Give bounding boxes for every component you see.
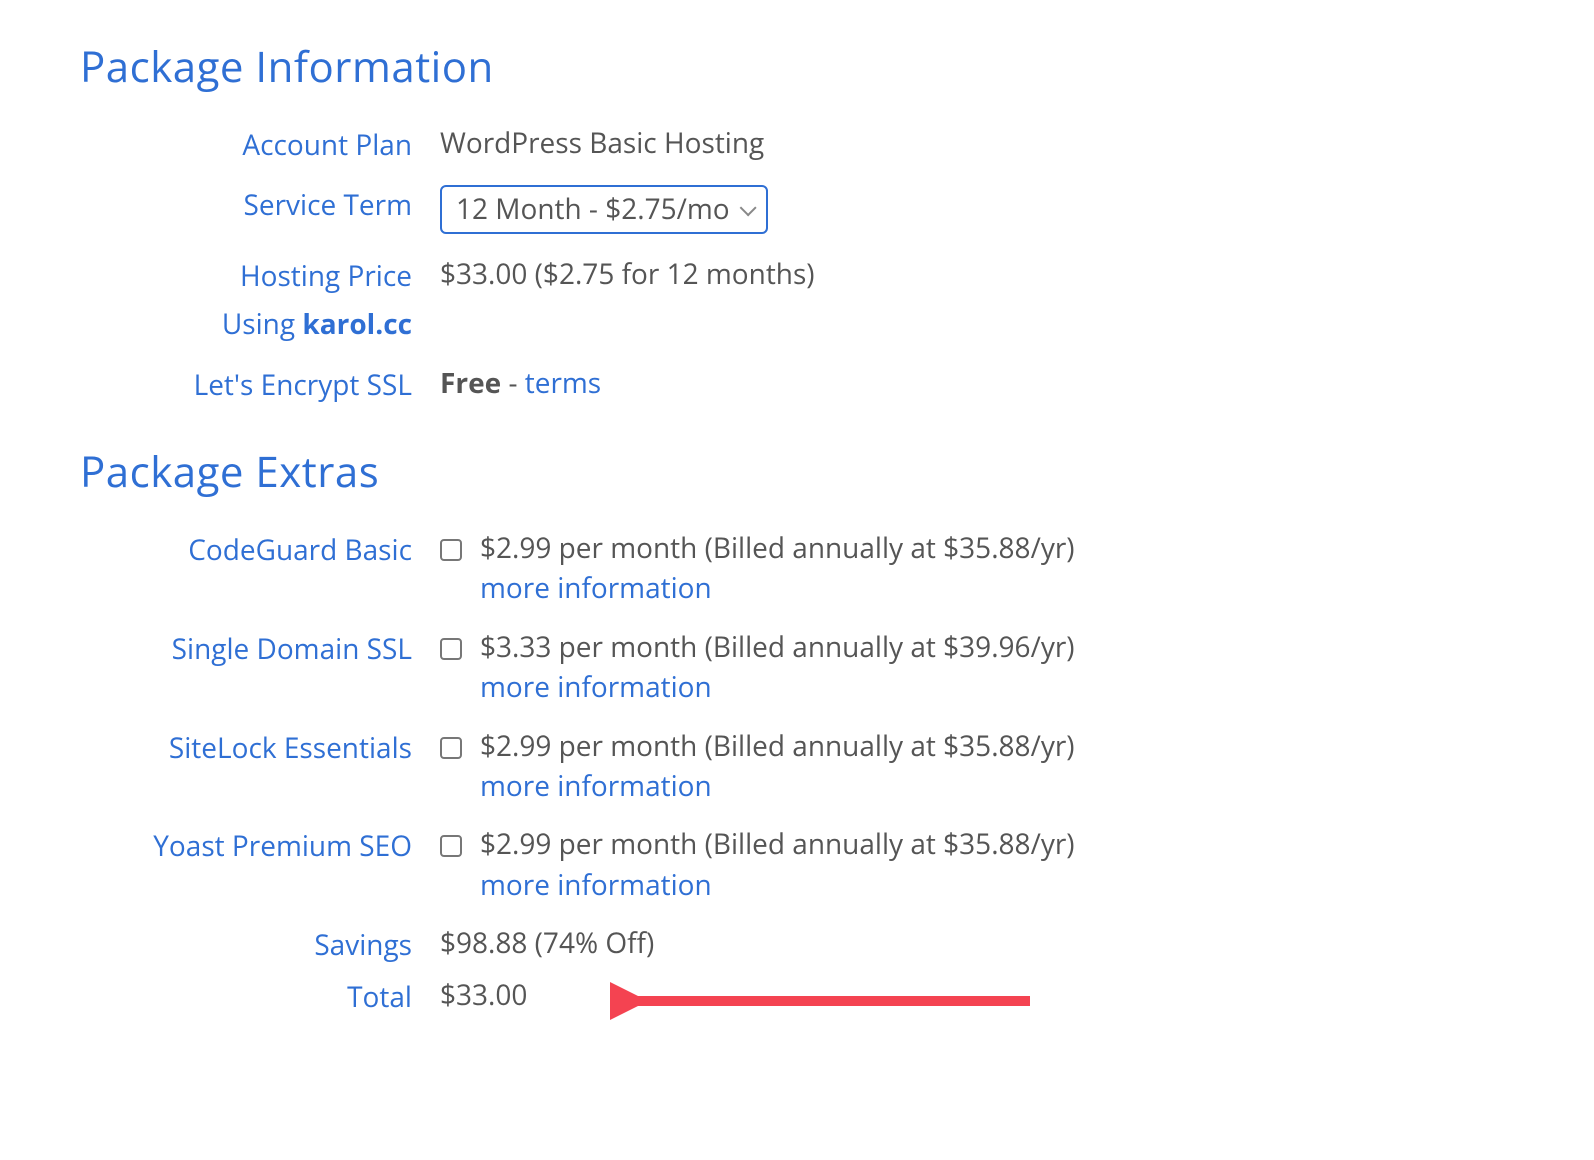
extra-row-sitelock: SiteLock Essentials $2.99 per month (Bil… (80, 728, 1514, 805)
package-extras-heading: Package Extras (80, 443, 1514, 500)
extra-checkbox-codeguard[interactable] (440, 539, 462, 561)
extra-price: $2.99 per month (Billed annually at $35.… (480, 728, 1075, 764)
hosting-price-value: $33.00 ($2.75 for 12 months) (440, 256, 1514, 292)
ssl-free-text: Free (440, 364, 501, 402)
extra-row-single-ssl: Single Domain SSL $3.33 per month (Bille… (80, 629, 1514, 706)
savings-row: Savings $98.88 (74% Off) (80, 925, 1514, 963)
extra-price: $2.99 per month (Billed annually at $35.… (480, 826, 1075, 862)
extra-label: SiteLock Essentials (80, 728, 440, 766)
chevron-down-icon (739, 199, 756, 216)
total-row: Total $33.00 (80, 977, 1514, 1015)
extra-row-yoast: Yoast Premium SEO $2.99 per month (Bille… (80, 826, 1514, 903)
extra-checkbox-yoast[interactable] (440, 835, 462, 857)
savings-value: $98.88 (74% Off) (440, 925, 1514, 961)
account-plan-row: Account Plan WordPress Basic Hosting (80, 125, 1514, 163)
extra-checkbox-single-ssl[interactable] (440, 638, 462, 660)
hosting-price-label: Hosting Price (80, 256, 440, 294)
more-info-link[interactable]: more information (480, 867, 1514, 903)
more-info-link[interactable]: more information (480, 570, 1514, 606)
account-plan-value: WordPress Basic Hosting (440, 125, 1514, 161)
using-domain-label: Using karol.cc (80, 304, 440, 342)
service-term-selected: 12 Month - $2.75/mo (456, 191, 730, 227)
extra-label: CodeGuard Basic (80, 530, 440, 568)
total-label: Total (80, 977, 440, 1015)
annotation-arrow-icon (610, 981, 1030, 1021)
more-info-link[interactable]: more information (480, 768, 1514, 804)
extra-row-codeguard: CodeGuard Basic $2.99 per month (Billed … (80, 530, 1514, 607)
service-term-select[interactable]: 12 Month - $2.75/mo (440, 185, 768, 233)
extra-label: Single Domain SSL (80, 629, 440, 667)
using-domain-name: karol.cc (302, 305, 412, 343)
extra-label: Yoast Premium SEO (80, 826, 440, 864)
using-domain-row: Using karol.cc (80, 304, 1514, 342)
extra-price: $3.33 per month (Billed annually at $39.… (480, 629, 1075, 665)
account-plan-label: Account Plan (80, 125, 440, 163)
ssl-row: Let's Encrypt SSL Free - terms (80, 365, 1514, 403)
extra-checkbox-sitelock[interactable] (440, 737, 462, 759)
extra-price: $2.99 per month (Billed annually at $35.… (480, 530, 1075, 566)
using-label-prefix: Using (222, 305, 302, 343)
ssl-label: Let's Encrypt SSL (80, 365, 440, 403)
service-term-row: Service Term 12 Month - $2.75/mo (80, 185, 1514, 233)
ssl-dash: - (501, 364, 525, 402)
total-value: $33.00 (440, 976, 527, 1014)
service-term-label: Service Term (80, 185, 440, 223)
ssl-terms-link[interactable]: terms (525, 364, 601, 402)
more-info-link[interactable]: more information (480, 669, 1514, 705)
savings-label: Savings (80, 925, 440, 963)
hosting-price-row: Hosting Price $33.00 ($2.75 for 12 month… (80, 256, 1514, 294)
package-info-heading: Package Information (80, 38, 1514, 95)
